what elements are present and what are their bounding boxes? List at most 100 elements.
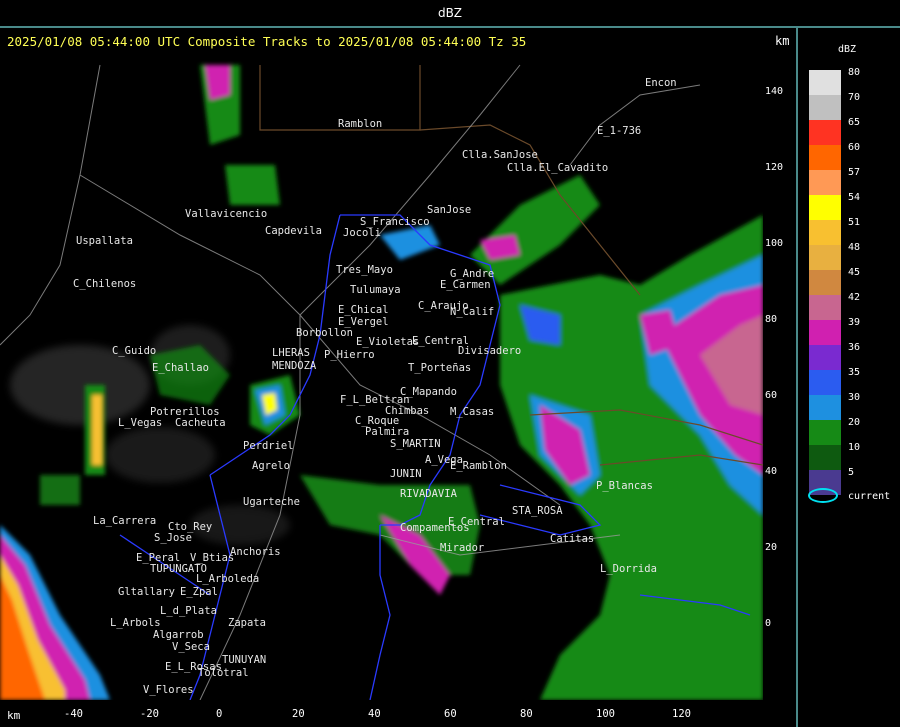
legend-value-label: 42: [848, 292, 861, 303]
map-title: 2025/01/08 05:44:00 UTC Composite Tracks…: [7, 34, 527, 49]
place-label: Borbollon: [296, 327, 353, 339]
legend-color-swatch: [809, 270, 841, 295]
place-label: Agrelo: [252, 460, 290, 472]
legend-color-swatch: [809, 195, 841, 220]
place-label: TUNUYAN: [222, 654, 267, 666]
place-label: E_Chical: [338, 304, 389, 316]
place-label: E_Violetas: [356, 336, 420, 348]
legend-color-swatch: [809, 120, 841, 145]
y-tick-label: 100: [765, 238, 784, 249]
legend-value-label: 10: [848, 442, 861, 453]
y-tick-label: 20: [765, 542, 778, 553]
place-label: Clla.El_Cavadito: [507, 162, 609, 174]
place-label: V_Flores: [143, 684, 194, 696]
place-label: E_Zpal: [180, 586, 218, 598]
place-label: S_MARTIN: [390, 438, 441, 450]
place-label: Anchoris: [230, 546, 281, 558]
place-label: E_Carmen: [440, 279, 491, 291]
place-label: JUNIN: [390, 468, 422, 480]
legend-value-label: 48: [848, 242, 861, 253]
place-label: P_Hierro: [324, 349, 375, 361]
window-title: dBZ: [437, 6, 463, 20]
place-label: Perdriel: [243, 440, 294, 452]
radar-map-canvas: [0, 55, 763, 700]
window-title-bar: dBZ: [0, 0, 900, 28]
place-label: L_Arboleda: [196, 573, 260, 585]
place-label: MENDOZA: [272, 360, 317, 372]
legend-color-swatch: [809, 220, 841, 245]
x-tick-label: 120: [672, 708, 691, 720]
legend-color-swatch: [809, 95, 841, 120]
place-label: E_Central: [448, 516, 505, 528]
x-tick-label: 0: [216, 708, 223, 720]
place-label: N_Calif: [450, 306, 495, 318]
legend-color-swatch: [809, 170, 841, 195]
place-label: C_Guido: [112, 345, 157, 357]
place-label: LHERAS: [272, 347, 310, 359]
place-label: Vallavicencio: [185, 208, 268, 220]
x-tick-label: 60: [444, 708, 457, 720]
place-label: L_d_Plata: [160, 605, 217, 617]
legend-value-label: 39: [848, 317, 861, 328]
place-label: La_Carrera: [93, 515, 157, 527]
place-label: E_L_Rosas: [165, 661, 222, 673]
place-label: Divisadero: [458, 345, 522, 357]
legend-value-label: 30: [848, 392, 861, 403]
y-tick-label: 140: [765, 86, 784, 97]
place-label: Algarrob: [153, 629, 204, 641]
place-label: Mirador: [440, 542, 485, 554]
place-label: Tres_Mayo: [336, 264, 393, 276]
place-label: M_Casas: [450, 406, 495, 418]
legend-value-label: 35: [848, 367, 861, 378]
legend-color-swatch: [809, 320, 841, 345]
legend-value-label: 45: [848, 267, 861, 278]
place-label: E_Challao: [152, 362, 209, 374]
place-label: Ugarteche: [243, 496, 300, 508]
legend-color-swatch: [809, 345, 841, 370]
legend-value-label: 20: [848, 417, 861, 428]
place-label: V_Seca: [172, 641, 210, 653]
legend-value-label: 80: [848, 67, 861, 78]
y-tick-label: 80: [765, 314, 778, 325]
place-label: Cacheuta: [175, 417, 226, 429]
panel-divider: [796, 28, 798, 727]
legend-value-label: 65: [848, 117, 861, 128]
place-label: P_Blancas: [596, 480, 653, 492]
radar-map[interactable]: Ramblon Encon E_1-736 Clla.SanJose Clla.El_C…: [0, 55, 763, 700]
place-label: L_Arbols: [110, 617, 161, 629]
place-label: E_Ramblon: [450, 460, 507, 472]
place-label: Palmira: [365, 426, 410, 438]
current-track-icon: [808, 488, 838, 503]
place-label: E_1-736: [597, 125, 642, 137]
legend-value-label: 70: [848, 92, 861, 103]
place-label: L_Dorrida: [600, 563, 657, 575]
y-axis-unit: km: [775, 34, 790, 48]
place-label: Clla.SanJose: [462, 149, 538, 161]
x-tick-label: 100: [596, 708, 615, 720]
place-label: RIVADAVIA: [400, 488, 457, 500]
place-label: Catitas: [550, 533, 595, 545]
legend-color-swatch: [809, 245, 841, 270]
legend-value-label: 54: [848, 192, 861, 203]
x-tick-label: 40: [368, 708, 381, 720]
place-label: L_Vegas: [118, 417, 163, 429]
place-label: T_Porteñas: [408, 362, 472, 374]
legend-value-label: 5: [848, 467, 855, 478]
legend-color-swatch: [809, 145, 841, 170]
place-label: Uspallata: [76, 235, 133, 247]
place-label: Capdevila: [265, 225, 322, 237]
place-label: Ramblon: [338, 118, 383, 130]
place-label: Jocoli: [343, 227, 381, 239]
legend-color-swatch: [809, 395, 841, 420]
legend-color-swatch: [809, 420, 841, 445]
legend-color-swatch: [809, 370, 841, 395]
y-tick-label: 120: [765, 162, 784, 173]
place-label: Encon: [645, 77, 677, 89]
place-label: SanJose: [427, 204, 472, 216]
y-tick-label: 0: [765, 618, 772, 629]
x-tick-label: 80: [520, 708, 533, 720]
current-track-label: current: [848, 491, 891, 502]
place-label: Zapata: [228, 617, 266, 629]
legend-value-label: 36: [848, 342, 861, 353]
place-label: C_Chilenos: [73, 278, 137, 290]
